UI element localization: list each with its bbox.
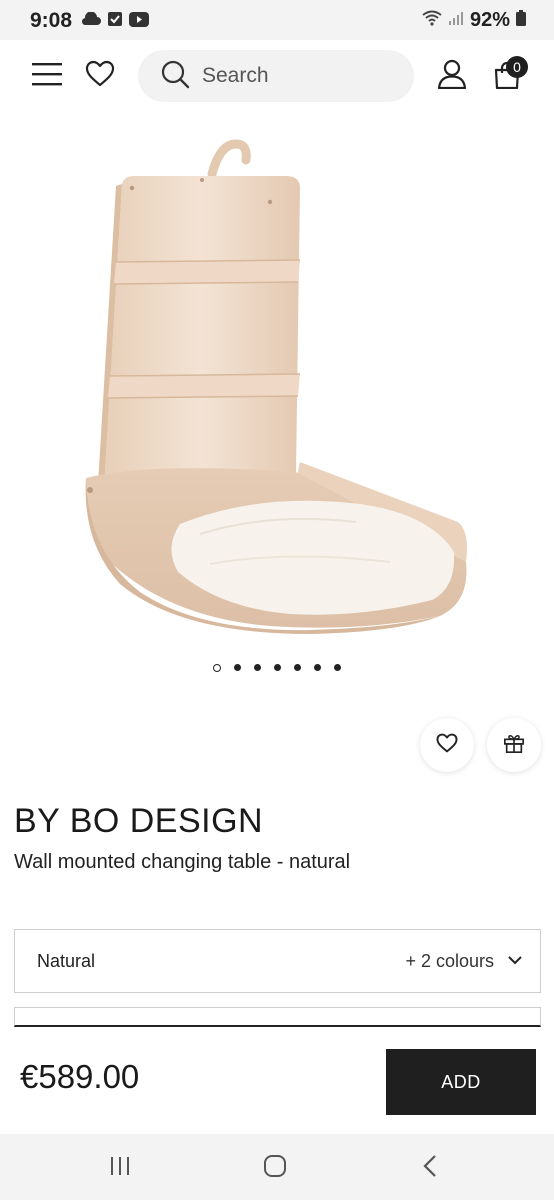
back-icon	[422, 1154, 438, 1183]
carousel-dot[interactable]	[213, 664, 221, 672]
signal-icon	[448, 10, 464, 31]
user-icon	[437, 59, 467, 94]
home-icon	[263, 1154, 287, 1183]
cloud-icon	[81, 11, 101, 31]
carousel-dot[interactable]	[274, 664, 281, 671]
menu-button[interactable]	[30, 62, 64, 90]
product-price: €589.00	[20, 1058, 140, 1095]
status-bar: 9:08 92%	[0, 0, 554, 40]
status-left-icons	[81, 11, 149, 32]
add-to-cart-button[interactable]: ADD	[386, 1049, 536, 1115]
colour-selector[interactable]: Natural + 2 colours	[14, 929, 541, 993]
android-navigation-bar	[0, 1134, 554, 1200]
favorite-button[interactable]	[420, 718, 474, 772]
youtube-icon	[129, 11, 149, 32]
selected-colour: Natural	[37, 950, 96, 971]
menu-icon	[31, 62, 63, 91]
carousel-dot[interactable]	[334, 664, 341, 671]
product-brand: BY BO DESIGN	[14, 802, 264, 840]
size-selector[interactable]	[14, 1007, 541, 1027]
wifi-icon	[422, 10, 442, 31]
app-header: Search 0	[0, 40, 554, 112]
wishlist-button[interactable]	[83, 60, 117, 92]
account-button[interactable]	[436, 59, 468, 94]
more-colours: + 2 colours	[405, 950, 494, 971]
search-icon	[160, 59, 190, 94]
product-image[interactable]	[60, 132, 480, 640]
check-box-icon	[107, 11, 123, 32]
image-carousel-dots	[0, 664, 554, 672]
recent-apps-button[interactable]	[105, 1154, 135, 1182]
search-placeholder: Search	[202, 64, 269, 87]
heart-icon	[436, 733, 458, 758]
carousel-dot[interactable]	[254, 664, 261, 671]
carousel-dot[interactable]	[314, 664, 321, 671]
recent-apps-icon	[108, 1156, 132, 1181]
back-button[interactable]	[415, 1154, 445, 1182]
gift-button[interactable]	[487, 718, 541, 772]
battery-icon	[516, 10, 526, 31]
product-name: Wall mounted changing table - natural	[14, 851, 351, 873]
cart-button[interactable]: 0	[492, 56, 528, 92]
battery-percentage: 92%	[469, 9, 510, 31]
gift-icon	[503, 732, 525, 759]
home-button[interactable]	[260, 1154, 290, 1182]
carousel-dot[interactable]	[234, 664, 241, 671]
search-bar[interactable]: Search	[138, 50, 414, 102]
status-time: 9:08	[30, 9, 73, 32]
status-right-icons: 92%	[422, 9, 526, 32]
carousel-dot[interactable]	[294, 664, 301, 671]
cart-count-badge: 0	[506, 56, 528, 78]
chevron-down-icon	[508, 952, 522, 970]
heart-icon	[85, 60, 115, 92]
